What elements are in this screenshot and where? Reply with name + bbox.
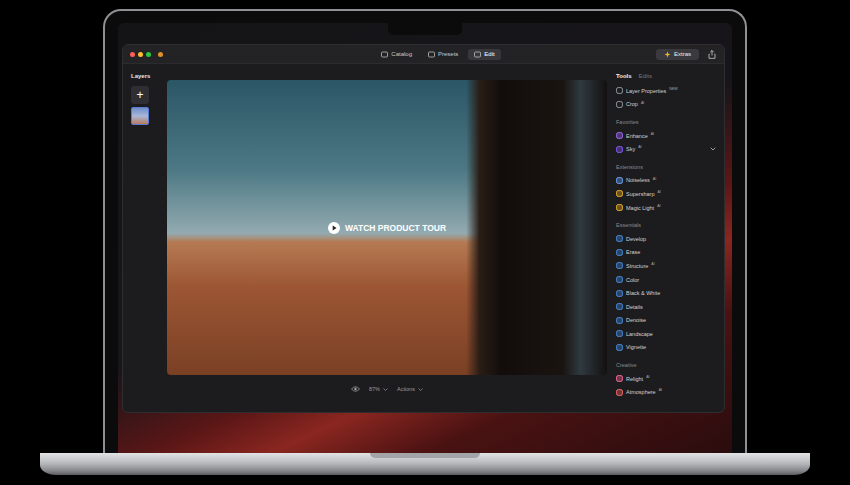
title-actions: Extras (656, 49, 716, 60)
section-title: Creative (616, 358, 718, 372)
canvas-area: WATCH PRODUCT TOUR 87% Actions (163, 64, 611, 412)
tool-badge: AI (641, 101, 644, 105)
tool-item[interactable]: EnhanceAI (616, 129, 718, 143)
tool-badge: AI (653, 177, 656, 181)
tool-item[interactable]: SkyAI (616, 142, 718, 156)
tool-icon (616, 375, 623, 382)
tool-icon (616, 262, 623, 269)
tool-icon (616, 249, 623, 256)
tool-icon (616, 276, 623, 283)
base-notch (370, 453, 480, 458)
tool-item[interactable]: Vignette (616, 341, 718, 355)
tool-icon (616, 330, 623, 337)
tool-item[interactable]: Magic LightAI (616, 201, 718, 215)
stage: Catalog Presets Edit Extras Layers + WATCH PRO… (0, 0, 850, 485)
tool-item[interactable]: Landscape (616, 327, 718, 341)
tools-tab[interactable]: Edits (639, 73, 652, 79)
tool-item[interactable]: Layer PropertiesNEW (616, 84, 718, 98)
title-bar: Catalog Presets Edit Extras (123, 45, 724, 64)
extras-icon (664, 51, 671, 58)
tool-section: ExtensionsNoiselessAISupersharpAIMagic L… (616, 160, 718, 214)
tools-panel: Tools Edits Layer PropertiesNEWCropAI Favor… (611, 64, 724, 412)
tool-badge: AI (659, 388, 662, 392)
tool-item[interactable]: Erase (616, 246, 718, 260)
layer-thumbnail[interactable] (131, 107, 149, 125)
app-body: Layers + WATCH PRODUCT TOUR 87% Actions Tools… (123, 64, 724, 412)
tool-badge: AI (651, 132, 654, 136)
tool-badge: AI (638, 145, 641, 149)
tool-item[interactable]: StructureAI (616, 259, 718, 273)
mode-tab[interactable]: Catalog (375, 49, 418, 60)
zoom-button[interactable] (146, 52, 151, 57)
tool-item[interactable]: CropAI (616, 98, 718, 112)
tool-badge: AI (657, 190, 660, 194)
layers-panel: Layers + (123, 64, 163, 412)
tool-icon (616, 132, 623, 139)
actions-dropdown[interactable]: Actions (397, 386, 423, 392)
tool-item[interactable]: SupersharpAI (616, 187, 718, 201)
tool-icon (616, 146, 623, 153)
tools-tabs: Tools Edits (616, 70, 718, 82)
tool-badge: AI (657, 204, 660, 208)
traffic-lights (130, 52, 190, 57)
tool-icon (616, 87, 623, 94)
camera-notch (388, 23, 462, 35)
tool-icon (616, 389, 623, 396)
tool-icon (616, 101, 623, 108)
tool-item[interactable]: Develop (616, 232, 718, 246)
tool-icon (616, 344, 623, 351)
tool-item[interactable]: AtmosphereAI (616, 385, 718, 399)
section-title: Extensions (616, 160, 718, 174)
mode-tab[interactable]: Presets (422, 49, 464, 60)
canvas-toolbar: 87% Actions (351, 386, 423, 392)
play-icon (328, 222, 340, 234)
tool-badge: AI (651, 262, 654, 266)
chevron-down-icon (418, 388, 423, 391)
minimize-button[interactable] (138, 52, 143, 57)
tool-icon (616, 204, 623, 211)
laptop-lid: Catalog Presets Edit Extras Layers + WATCH PRO… (103, 9, 747, 453)
tool-badge: AI (646, 375, 649, 379)
tool-item[interactable]: RelightAI (616, 372, 718, 386)
chevron-down-icon[interactable] (710, 147, 716, 151)
zoom-dropdown[interactable]: 87% (369, 386, 388, 392)
photo-canvas: WATCH PRODUCT TOUR (167, 80, 607, 375)
tool-section: FavoritesEnhanceAISkyAI (616, 115, 718, 156)
tool-icon (616, 317, 623, 324)
close-button[interactable] (130, 52, 135, 57)
watch-tour-button[interactable]: WATCH PRODUCT TOUR (328, 222, 446, 234)
laptop-base (40, 453, 810, 475)
tool-icon (616, 190, 623, 197)
mode-tabs: Catalog Presets Edit (190, 49, 656, 60)
tool-badge: NEW (669, 87, 677, 91)
add-layer-button[interactable]: + (131, 86, 149, 104)
share-icon[interactable] (708, 50, 716, 59)
tab-icon (428, 51, 435, 58)
tab-icon (474, 51, 481, 58)
tools-tab[interactable]: Tools (616, 73, 632, 79)
extras-button[interactable]: Extras (656, 49, 699, 60)
tool-icon (616, 235, 623, 242)
tab-icon (381, 51, 388, 58)
section-title: Essentials (616, 218, 718, 232)
app-window: Catalog Presets Edit Extras Layers + WATCH PRO… (122, 44, 725, 413)
tool-item[interactable]: Black & White (616, 286, 718, 300)
layers-title: Layers (131, 73, 157, 79)
app-logo-icon (158, 52, 163, 57)
tool-section: EssentialsDevelopEraseStructureAIColorBl… (616, 218, 718, 354)
mode-tab[interactable]: Edit (468, 49, 500, 60)
tool-icon (616, 290, 623, 297)
chevron-down-icon (383, 388, 388, 391)
eye-icon[interactable] (351, 386, 360, 392)
tool-item[interactable]: NoiselessAI (616, 174, 718, 188)
section-title: Favorites (616, 115, 718, 129)
tool-icon (616, 177, 623, 184)
tool-item[interactable]: Color (616, 273, 718, 287)
laptop-screen: Catalog Presets Edit Extras Layers + WATCH PRO… (118, 23, 732, 453)
tool-icon (616, 303, 623, 310)
tool-item[interactable]: Details (616, 300, 718, 314)
tool-item[interactable]: Denoise (616, 314, 718, 328)
tool-section: CreativeRelightAIAtmosphereAI (616, 358, 718, 399)
